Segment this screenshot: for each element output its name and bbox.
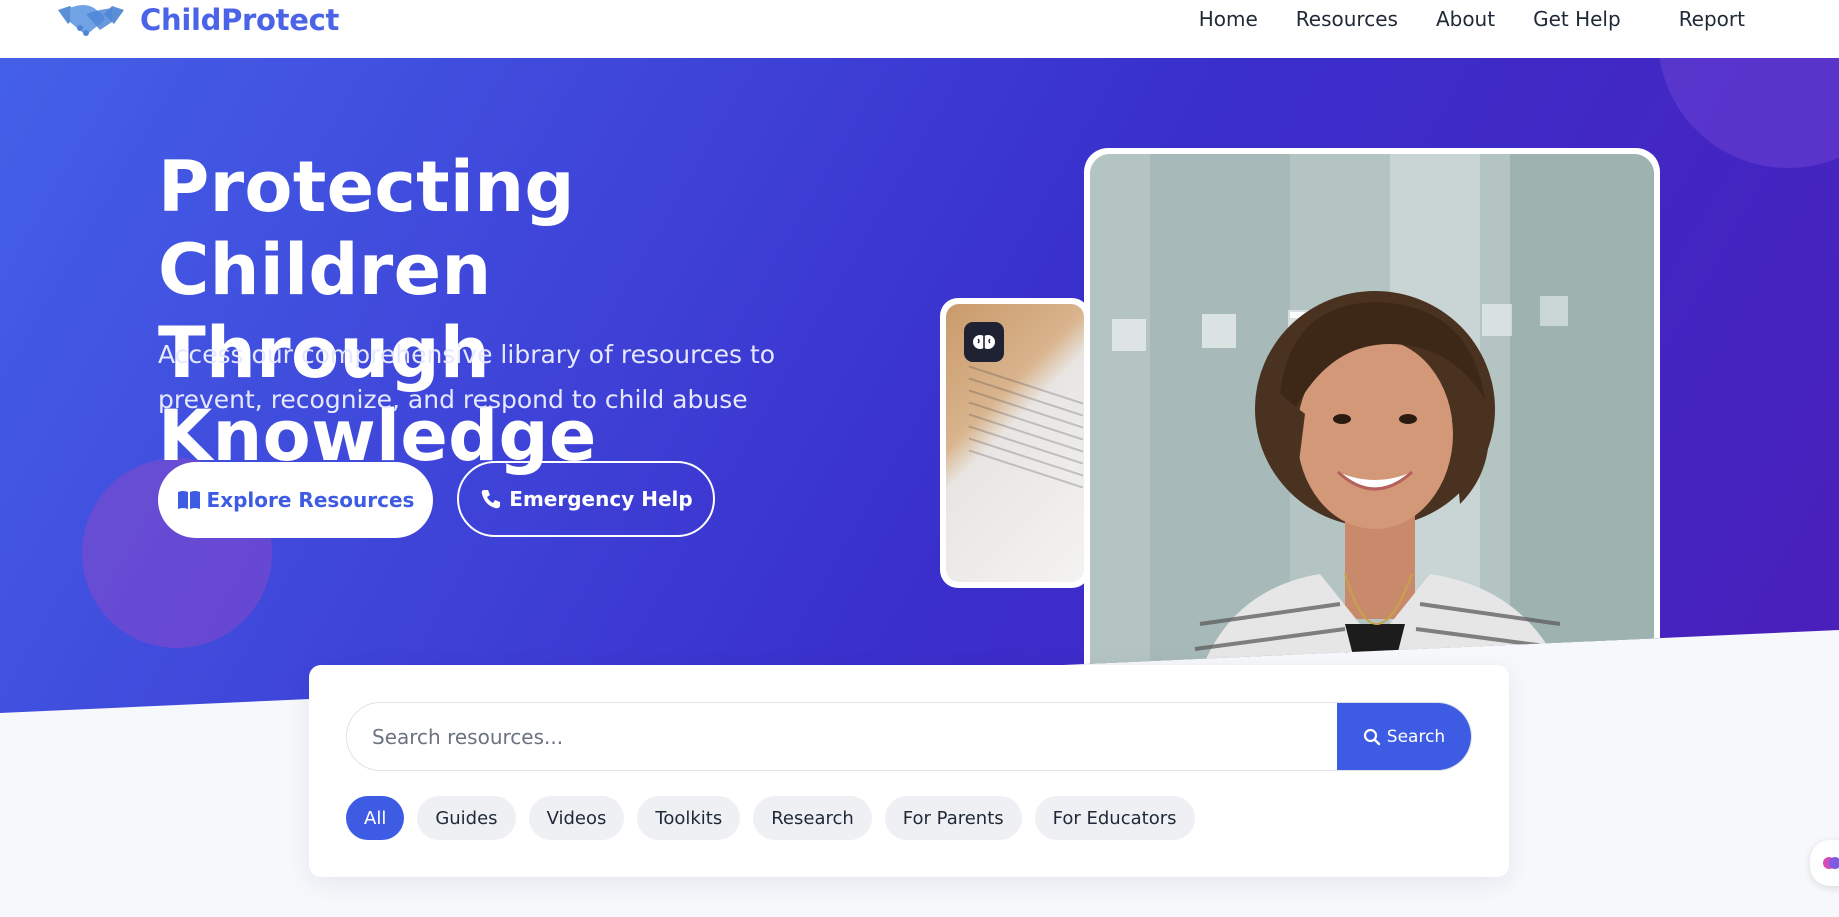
brain-icon-badge xyxy=(964,322,1004,362)
hero-subtitle: Access our comprehensive library of reso… xyxy=(158,340,776,414)
hero-section: Protecting Children Through Knowledge Ac… xyxy=(0,58,1839,713)
search-button-label: Search xyxy=(1386,726,1446,747)
explore-resources-label: Explore Resources xyxy=(206,488,415,512)
document-image-card xyxy=(940,298,1090,588)
search-button[interactable]: Search xyxy=(1337,703,1471,770)
search-panel: Search All Guides Videos Toolkits Resear… xyxy=(309,665,1509,877)
hero-portrait-card xyxy=(1084,148,1660,713)
nav-about[interactable]: About xyxy=(1436,7,1495,31)
handshake-icon xyxy=(58,5,124,36)
brain-icon xyxy=(1823,857,1839,869)
filter-videos[interactable]: Videos xyxy=(528,796,625,840)
nav-resources[interactable]: Resources xyxy=(1296,7,1398,31)
explore-resources-button[interactable]: Explore Resources xyxy=(158,462,433,538)
book-open-icon xyxy=(177,491,200,509)
nav-home[interactable]: Home xyxy=(1199,7,1258,31)
search-bar: Search xyxy=(346,702,1472,771)
filter-chips: All Guides Videos Toolkits Research For … xyxy=(346,796,1195,840)
assistant-widget[interactable] xyxy=(1810,840,1839,886)
nav-report[interactable]: Report xyxy=(1679,7,1745,31)
document-text-lines xyxy=(966,365,1084,489)
decorative-circle xyxy=(1658,58,1839,168)
filter-research[interactable]: Research xyxy=(753,796,872,840)
filter-guides[interactable]: Guides xyxy=(417,796,516,840)
search-icon xyxy=(1363,728,1380,745)
brain-icon xyxy=(973,335,995,349)
main-nav: Home Resources About Get Help Report xyxy=(1199,7,1745,31)
hero-title: Protecting Children Through Knowledge xyxy=(158,146,918,478)
emergency-help-button[interactable]: Emergency Help xyxy=(457,461,715,537)
emergency-help-label: Emergency Help xyxy=(509,487,693,511)
site-header: ChildProtect Home Resources About Get He… xyxy=(0,0,1839,58)
brand-name: ChildProtect xyxy=(140,3,340,37)
portrait-photo xyxy=(1090,154,1654,713)
filter-toolkits[interactable]: Toolkits xyxy=(637,796,741,840)
portrait-illustration xyxy=(1090,154,1654,713)
search-input[interactable] xyxy=(347,703,1337,770)
filter-for-educators[interactable]: For Educators xyxy=(1034,796,1195,840)
phone-icon xyxy=(482,490,501,509)
filter-for-parents[interactable]: For Parents xyxy=(884,796,1022,840)
document-photo xyxy=(946,304,1084,582)
brand[interactable]: ChildProtect xyxy=(56,0,339,40)
filter-all[interactable]: All xyxy=(346,796,405,840)
nav-get-help[interactable]: Get Help xyxy=(1533,7,1621,31)
hero-title-line1: Protecting Children xyxy=(158,146,575,311)
